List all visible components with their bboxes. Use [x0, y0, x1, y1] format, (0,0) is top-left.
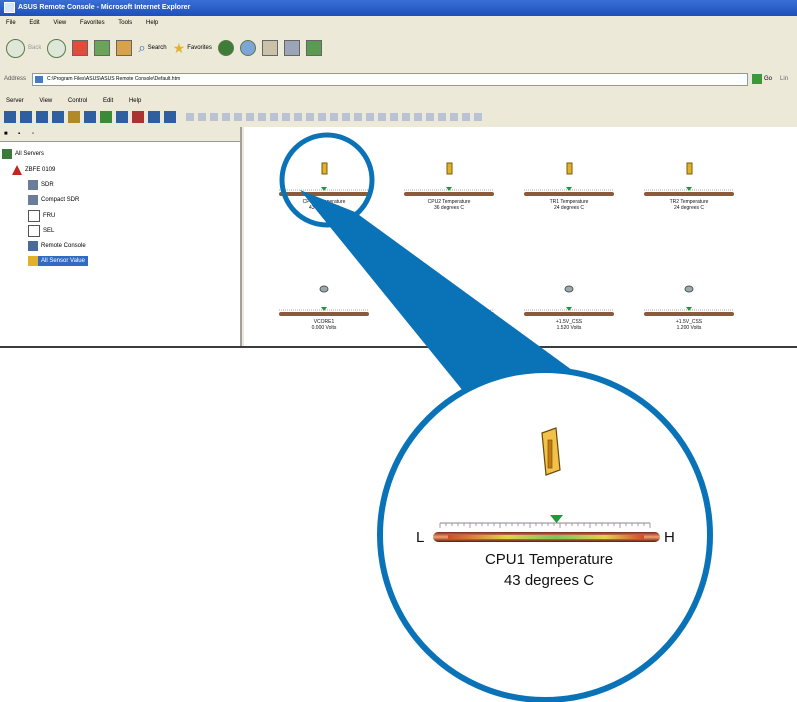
low-label: L: [416, 529, 425, 546]
high-label: H: [664, 529, 675, 546]
zoom-sensor-name: CPU1 Temperature: [484, 551, 614, 568]
range-bar-fill: [448, 535, 644, 539]
zoom-sensor-value: 43 degrees C: [503, 572, 595, 589]
zoom-callout: [279, 132, 713, 702]
